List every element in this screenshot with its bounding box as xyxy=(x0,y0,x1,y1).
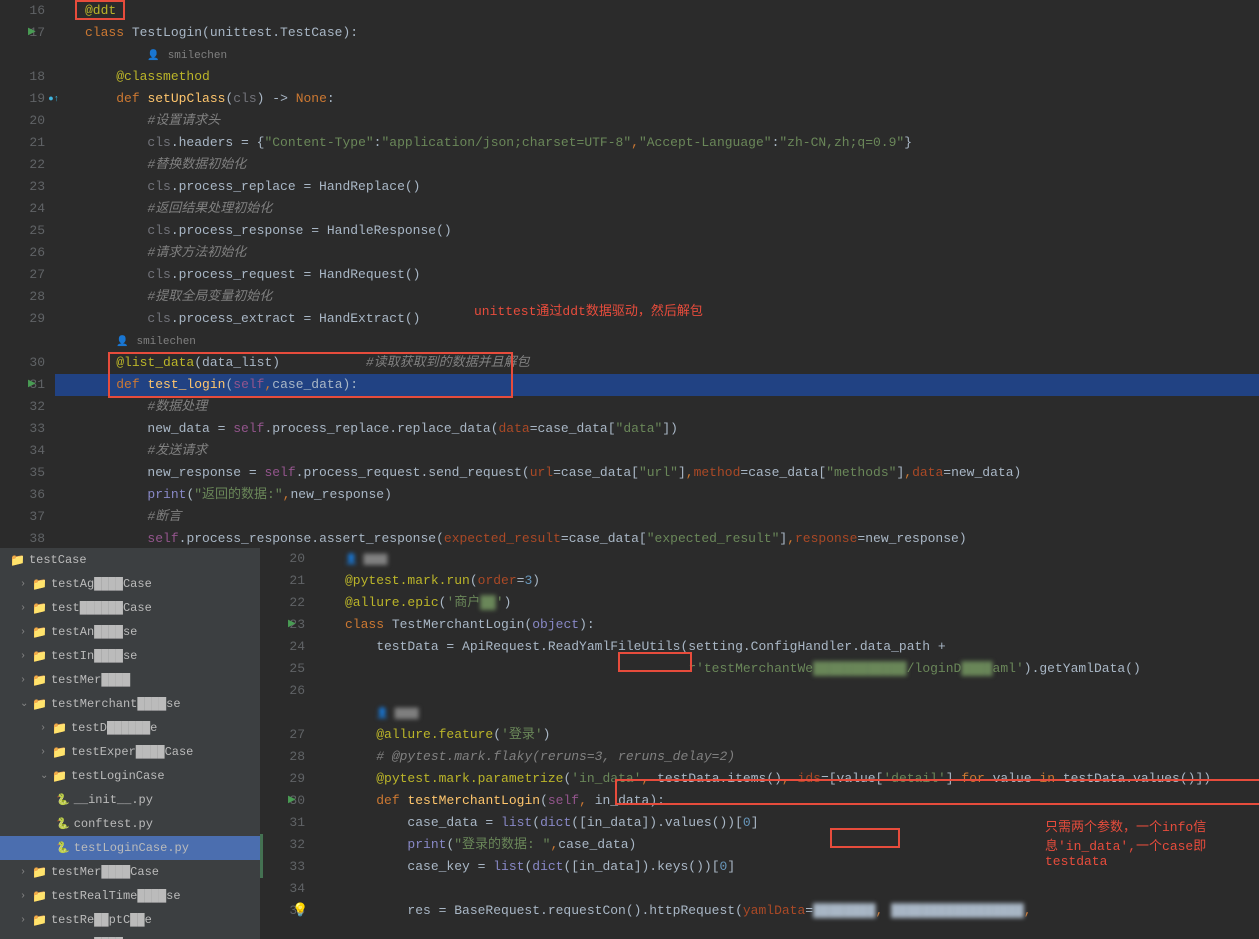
annotation-text-params: 只需两个参数，一个info信息'in_data',一个case即testdata xyxy=(1045,816,1259,869)
tree-folder-logincase[interactable]: ⌄📁testLoginCase xyxy=(0,764,260,788)
tree-folder[interactable]: ›📁testTr████ xyxy=(0,932,260,939)
run-icon[interactable]: ▶ xyxy=(288,614,296,636)
bulb-icon[interactable]: 💡 xyxy=(292,900,308,922)
tree-file-conftest[interactable]: 🐍conftest.py xyxy=(0,812,260,836)
run-icon[interactable]: ▶ xyxy=(288,790,296,812)
project-tree[interactable]: 📁testCase ›📁testAg████Case ›📁test██████C… xyxy=(0,548,260,939)
tree-file-init[interactable]: 🐍__init__.py xyxy=(0,788,260,812)
tree-folder[interactable]: ›📁test██████Case xyxy=(0,596,260,620)
bottom-pane: 📁testCase ›📁testAg████Case ›📁test██████C… xyxy=(0,548,1259,939)
tree-folder[interactable]: ›📁testRealTime████se xyxy=(0,884,260,908)
tree-folder[interactable]: ›📁testAg████Case xyxy=(0,572,260,596)
tree-folder-merchant[interactable]: ⌄📁testMerchant████se xyxy=(0,692,260,716)
tree-file-testlogincase[interactable]: 🐍testLoginCase.py xyxy=(0,836,260,860)
tree-folder[interactable]: ›📁testExper████Case xyxy=(0,740,260,764)
run-icon[interactable]: ▶ xyxy=(28,374,36,396)
line-gutter: 16 17▶ 18 19 ●↑ 20 21 22 23 24 25 26 27 … xyxy=(0,0,55,550)
line-gutter-bottom: 20 21 22 23▶ 24 25 26 27 28 29 30▶ 31 32… xyxy=(260,548,315,922)
tree-folder-testcase[interactable]: 📁testCase xyxy=(0,548,260,572)
annotation-text: unittest通过ddt数据驱动，然后解包 xyxy=(474,300,703,319)
top-editor-pane: unittest通过ddt数据驱动，然后解包 16 17▶ 18 19 ●↑ 2… xyxy=(0,0,1259,548)
tree-folder[interactable]: ›📁testAn████se xyxy=(0,620,260,644)
tree-folder[interactable]: ›📁testMer████ xyxy=(0,668,260,692)
bottom-editor-area: 只需两个参数，一个info信息'in_data',一个case即testdata… xyxy=(260,548,1259,939)
tree-folder[interactable]: ›📁testD██████e xyxy=(0,716,260,740)
tree-folder[interactable]: ›📁testIn████se xyxy=(0,644,260,668)
tree-folder[interactable]: ›📁testMer████Case xyxy=(0,860,260,884)
run-icon[interactable]: ▶ xyxy=(28,22,36,44)
tree-folder[interactable]: ›📁testRe██ptC██e xyxy=(0,908,260,932)
code-area-top[interactable]: @ddt class TestLogin(unittest.TestCase):… xyxy=(55,0,1259,550)
